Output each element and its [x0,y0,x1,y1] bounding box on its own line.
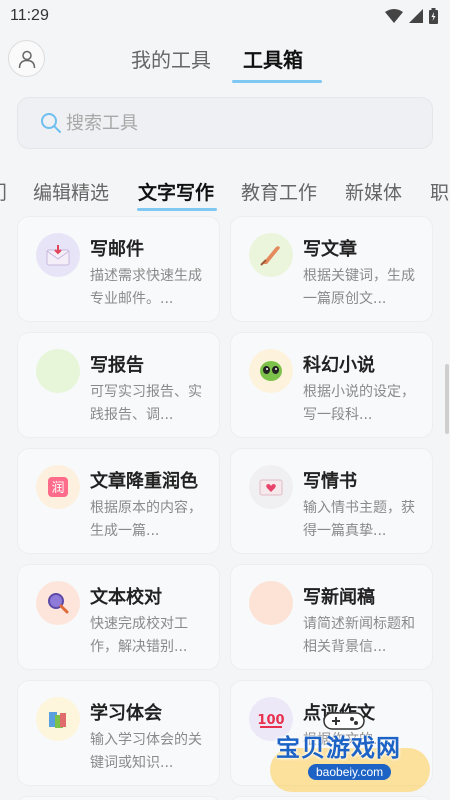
tool-card-sci-fi[interactable]: 科幻小说 根据小说的设定，写一段科... [230,332,433,438]
watermark-url: baobeiy.com [308,764,392,780]
tool-title: 写报告 [90,355,144,376]
alien-icon [249,349,293,393]
category-indicator [137,208,217,211]
avatar[interactable] [8,40,45,77]
tool-card-press-release[interactable]: 写新闻稿 请简述新闻标题和相关背景信... [230,564,433,670]
tool-desc: 请简述新闻标题和相关背景信... [303,616,415,655]
status-time: 11:29 [10,7,49,24]
tool-desc: 描述需求快速生成专业邮件。... [90,268,202,307]
tool-title: 写文章 [303,239,357,260]
tool-title: 写新闻稿 [303,587,375,608]
header: 我的工具 工具箱 [0,36,450,84]
tool-card-polish[interactable]: 润 文章降重润色 根据原本的内容，生成一篇... [17,448,220,554]
category-tab-education[interactable]: 教育工作 [241,178,317,205]
wifi-icon [385,9,403,23]
search-icon [41,113,61,133]
category-tab-writing[interactable]: 文字写作 [138,178,214,205]
tool-title: 文本校对 [90,587,162,608]
tool-title: 科幻小说 [303,355,375,376]
category-tab-editor-picks[interactable]: 编辑精选 [33,178,109,205]
tool-desc: 快速完成校对工作，解决错别... [90,616,188,655]
tool-card-write-article[interactable]: 写文章 根据关键词，生成一篇原创文... [230,216,433,322]
tool-desc: 根据小说的设定，写一段科... [303,384,415,423]
tool-title: 文章降重润色 [90,471,198,492]
tool-card-write-report[interactable]: 写报告 可写实习报告、实践报告、调... [17,332,220,438]
status-bar: 11:29 [0,0,450,32]
category-tab-new-media[interactable]: 新媒体 [345,178,402,205]
tool-desc: 输入学习体会的关键词或知识... [90,732,202,771]
pen-icon [249,233,293,277]
category-tab-partial-right[interactable]: 职 [430,178,449,205]
books-icon [36,697,80,741]
tool-card-love-letter[interactable]: 写情书 输入情书主题，获得一篇真挚... [230,448,433,554]
tool-desc: 根据原本的内容，生成一篇... [90,500,202,539]
tool-title: 学习体会 [90,703,162,724]
tab-indicator [232,80,322,83]
magnifier-icon [36,581,80,625]
tool-card-partial[interactable] [17,796,220,800]
tool-title: 写邮件 [90,239,144,260]
signal-icon [409,9,423,23]
tab-toolbox[interactable]: 工具箱 [243,44,303,73]
scrollbar[interactable] [445,364,449,434]
tab-my-tools[interactable]: 我的工具 [131,44,211,73]
tool-desc: 可写实习报告、实践报告、调... [90,384,202,423]
tool-card-write-email[interactable]: 写邮件 描述需求快速生成专业邮件。... [17,216,220,322]
report-icon [36,349,80,393]
tool-card-proofread[interactable]: 文本校对 快速完成校对工作，解决错别... [17,564,220,670]
watermark-text: 宝贝游戏网 [276,734,401,762]
category-bar: 门 编辑精选 文字写作 教育工作 新媒体 职 [0,170,450,214]
polish-icon: 润 [36,465,80,509]
tool-desc: 输入情书主题，获得一篇真挚... [303,500,415,539]
category-tab-partial-left[interactable]: 门 [0,178,7,205]
svg-text:润: 润 [51,481,64,496]
love-letter-icon [249,465,293,509]
tool-title: 写情书 [303,471,357,492]
tool-desc: 根据关键词，生成一篇原创文... [303,268,415,307]
battery-icon [429,8,438,24]
tool-card-study-notes[interactable]: 学习体会 输入学习体会的关键词或知识... [17,680,220,786]
watermark: 宝贝游戏网 baobeiy.com [262,708,442,798]
mail-icon [36,233,80,277]
status-icons [385,8,438,24]
news-icon [249,581,293,625]
user-icon [18,50,35,68]
search-input[interactable] [66,112,366,134]
search-box[interactable] [17,97,433,149]
